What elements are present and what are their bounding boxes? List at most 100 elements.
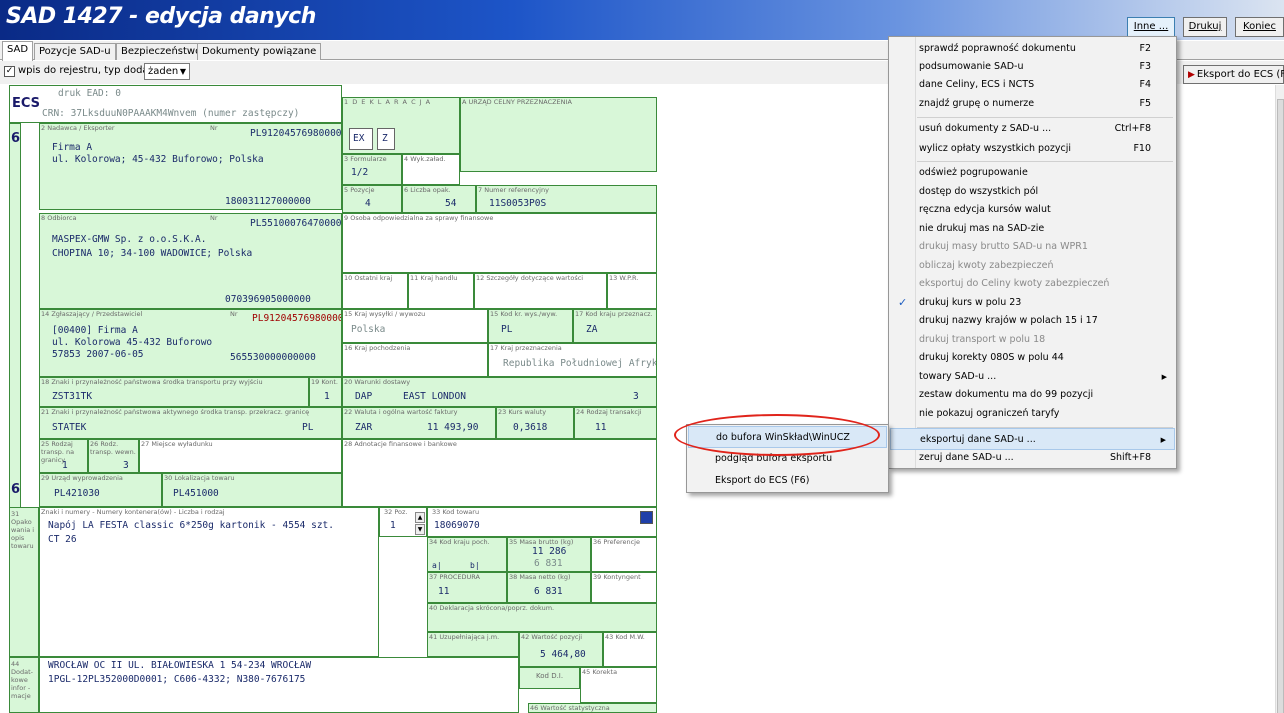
eu-flag-icon[interactable] (640, 511, 653, 524)
field-22-invoice[interactable]: 22 Waluta i ogólna wartość faktury ZAR 1… (342, 407, 496, 439)
field-22-label: 22 Waluta i ogólna wartość faktury (344, 408, 458, 416)
scrollbar-thumb[interactable] (1277, 99, 1284, 713)
active-transport-country: PL (302, 422, 314, 433)
tab-related-documents[interactable]: Dokumenty powiązane (197, 43, 322, 60)
submenu-item-winsklad-buffer[interactable]: do bufora WinSkład\WinUCZ (688, 426, 887, 448)
field-5-label: 5 Pozycje (344, 186, 375, 194)
menu-item-calculate-fees[interactable]: wylicz opłaty wszystkich pozycji F10 (890, 138, 1175, 160)
field-a-office[interactable]: A URZĄD CELNY PRZEZNACZENIA (460, 97, 657, 172)
field-41-supplementary-units[interactable]: 41 Uzupełniająca j.m. (427, 632, 519, 657)
field-16-origin-country[interactable]: 16 Kraj pochodzenia (342, 343, 488, 377)
menu-item-hide-tariff-limits[interactable]: nie pokazuj ograniczeń taryfy (890, 403, 1175, 425)
submenu-item-ecs-export[interactable]: Eksport do ECS (F6) (688, 470, 887, 492)
print-button-label: Drukuj (1188, 21, 1222, 32)
menu-item-remove-documents[interactable]: usuń dokumenty z SAD-u ... Ctrl+F8 (890, 118, 1175, 140)
field-24-transaction[interactable]: 24 Rodzaj transakcji 11 (574, 407, 657, 439)
field-11-trade-country[interactable]: 11 Kraj handlu (408, 273, 474, 309)
field-14-declarant[interactable]: 14 Zgłaszający / Przedstawiciel Nr PL912… (39, 309, 342, 377)
field-21-active-transport[interactable]: 21 Znaki i przynależność państwowa aktyw… (39, 407, 342, 439)
tab-security[interactable]: Bezpieczeństwo (116, 43, 207, 60)
field-28-financial-notes[interactable]: 28 Adnotacje finansowe i bankowe (342, 439, 657, 507)
packages-count: 54 (445, 198, 457, 209)
additional-info-line-1: WROCŁAW OC II UL. BIAŁOWIESKA 1 54-234 W… (48, 660, 312, 671)
menu-item-reset-data[interactable]: zeruj dane SAD-u ... Shift+F8 (890, 447, 1175, 469)
menu-item-export-guarantees-label: eksportuj do Celiny kwoty zabezpieczeń (919, 278, 1110, 289)
menu-item-find-group[interactable]: znajdź grupę o numerze F5 (890, 93, 1175, 115)
field-33-commodity-code[interactable]: 33 Kod towaru 18069070 (427, 507, 657, 537)
field-38-net-mass[interactable]: 38 Masa netto (kg) 6 831 (507, 572, 591, 603)
field-6-packages[interactable]: 6 Liczba opak. 54 (402, 185, 476, 213)
field-18-transport-identity[interactable]: 18 Znaki i przynależność państwowa środk… (39, 377, 309, 407)
field-31-goods-description[interactable]: Znaki i numery - Numery kontenera(ów) - … (39, 507, 379, 657)
field-34-origin-code[interactable]: 34 Kod kraju poch. a| b| (427, 537, 507, 572)
field-45-adjustment[interactable]: 45 Korekta (580, 667, 657, 703)
register-checkbox[interactable]: ✓ (4, 66, 15, 77)
tab-sad[interactable]: SAD (2, 41, 34, 61)
menu-item-print-corrections-label: drukuj korekty 080S w polu 44 (919, 352, 1064, 363)
transaction-type: 11 (595, 422, 607, 433)
vertical-scrollbar[interactable] (1275, 85, 1284, 713)
ecs-export-button[interactable]: ▶Eksport do ECS (F6) (1183, 65, 1284, 84)
field-30-goods-location[interactable]: 30 Lokalizacja towaru PL451000 (162, 473, 342, 507)
field-39-quota[interactable]: 39 Kontyngent (591, 572, 657, 603)
close-button[interactable]: Koniec (1235, 17, 1284, 37)
field-15-dispatch-country[interactable]: 15 Kraj wysyłki / wywozu Polska (342, 309, 488, 343)
field-44-additional-info[interactable]: WROCŁAW OC II UL. BIAŁOWIESKA 1 54-234 W… (39, 657, 519, 713)
tab-positions[interactable]: Pozycje SAD-u (34, 43, 116, 60)
field-32-item-number[interactable]: 32 Poz. 1 ▲ ▼ (379, 507, 427, 537)
field-37-procedure[interactable]: 37 PROCEDURA 11 (427, 572, 507, 603)
field-17-label: 17 Kraj przeznaczenia (490, 344, 562, 352)
field-17-destination-country[interactable]: 17 Kraj przeznaczenia Republika Południow… (488, 343, 657, 377)
field-13-cap[interactable]: 13 W.P.R. (607, 273, 657, 309)
goods-packaging: CT 26 (48, 534, 77, 545)
item-up-arrow-icon[interactable]: ▲ (415, 512, 425, 523)
field-10-last-country[interactable]: 10 Ostatni kraj (342, 273, 408, 309)
exchange-rate: 0,3618 (513, 422, 548, 433)
menu-item-remove-documents-shortcut: Ctrl+F8 (1114, 123, 1151, 134)
field-46-label: 46 Wartość statystyczna (530, 704, 610, 712)
field-29-exit-office[interactable]: 29 Urząd wyprowadzenia PL421030 (39, 473, 162, 507)
field-26-inland-transport[interactable]: 26 Rodz. transp. wewn. 3 (88, 439, 139, 473)
menu-item-remove-documents-label: usuń dokumenty z SAD-u ... (919, 123, 1052, 134)
field-7-reference[interactable]: 7 Numer referencyjny 11S0053P0S (476, 185, 657, 213)
additional-type-select[interactable]: żaden ▼ (144, 63, 190, 80)
menu-item-print-country-names-label: drukuj nazwy krajów w polach 15 i 17 (919, 315, 1098, 326)
menu-item-print-rate-label: drukuj kurs w polu 23 (919, 297, 1022, 308)
field-13-label: 13 W.P.R. (609, 274, 639, 282)
item-down-arrow-icon[interactable]: ▼ (415, 524, 425, 535)
field-5-items[interactable]: 5 Pozycje 4 (342, 185, 402, 213)
field-23-exchange-rate[interactable]: 23 Kurs waluty 0,3618 (496, 407, 574, 439)
kod-di-field[interactable]: Kod D.I. (519, 667, 580, 689)
menu-item-find-group-label: znajdź grupę o numerze (919, 98, 1035, 109)
field-40-summary-declaration[interactable]: 40 Deklaracja skrócona/poprz. dokum. (427, 603, 657, 632)
field-15a-dispatch-code[interactable]: 15 Kod kr. wys./wyw. PL (488, 309, 573, 343)
field-46-statistical-value[interactable]: 46 Wartość statystyczna (528, 703, 657, 713)
submenu-item-buffer-preview[interactable]: podgląd bufora eksportu (688, 448, 887, 470)
field-12-value-details[interactable]: 12 Szczegóły dotyczące wartości (474, 273, 607, 309)
other-button[interactable]: Inne ... (1127, 17, 1175, 37)
field-2-exporter[interactable]: 2 Nadawca / Eksporter Nr PL9120457698000… (39, 123, 342, 210)
field-20-delivery-terms[interactable]: 20 Warunki dostawy DAP EAST LONDON 3 (342, 377, 657, 407)
field-1-declaration[interactable]: 1 D E K L A R A C J A EX Z (342, 97, 460, 154)
field-36-preferences[interactable]: 36 Preferencje (591, 537, 657, 572)
field-42-item-value[interactable]: 42 Wartość pozycji 5 464,80 (519, 632, 603, 667)
chevron-down-icon: ▼ (179, 67, 186, 76)
field-4-loading-lists[interactable]: 4 Wyk.załad. (402, 154, 460, 185)
field-43-valuation-method[interactable]: 43 Kod M.W. (603, 632, 657, 667)
field-17a-destination-code[interactable]: 17 Kod kraju przeznacz. ZA (573, 309, 657, 343)
field-34-label: 34 Kod kraju poch. (429, 538, 490, 546)
field-25-border-transport[interactable]: 25 Rodzaj transp. na granicy 1 (39, 439, 88, 473)
field-3-forms[interactable]: 3 Formularze 1/2 (342, 154, 402, 185)
field-9-financial-person[interactable]: 9 Osoba odpowiedzialna za sprawy finanso… (342, 213, 657, 273)
field-27-unloading-place[interactable]: 27 Miejsce wyładunku (139, 439, 342, 473)
consignee-nip: PL5510007647000000 (250, 218, 342, 229)
field-8-consignee[interactable]: 8 Odbiorca Nr PL5510007647000000 MASPEX-… (39, 213, 342, 309)
declaration-type-box: EX (349, 128, 373, 150)
menu-item-reset-data-label: zeruj dane SAD-u ... (919, 452, 1014, 463)
crn-number: CRN: 37LksduuN0PAAAKM4Wnvem (numer zastę… (42, 108, 300, 119)
field-19-container[interactable]: 19 Kont. 1 (309, 377, 342, 407)
print-button[interactable]: Drukuj (1183, 17, 1227, 37)
field-29-label: 29 Urząd wyprowadzenia (41, 474, 123, 482)
menu-item-manual-rates-label: ręczna edycja kursów walut (919, 204, 1051, 215)
field-35-gross-mass[interactable]: 35 Masa brutto (kg) 11 286 6 831 (507, 537, 591, 572)
